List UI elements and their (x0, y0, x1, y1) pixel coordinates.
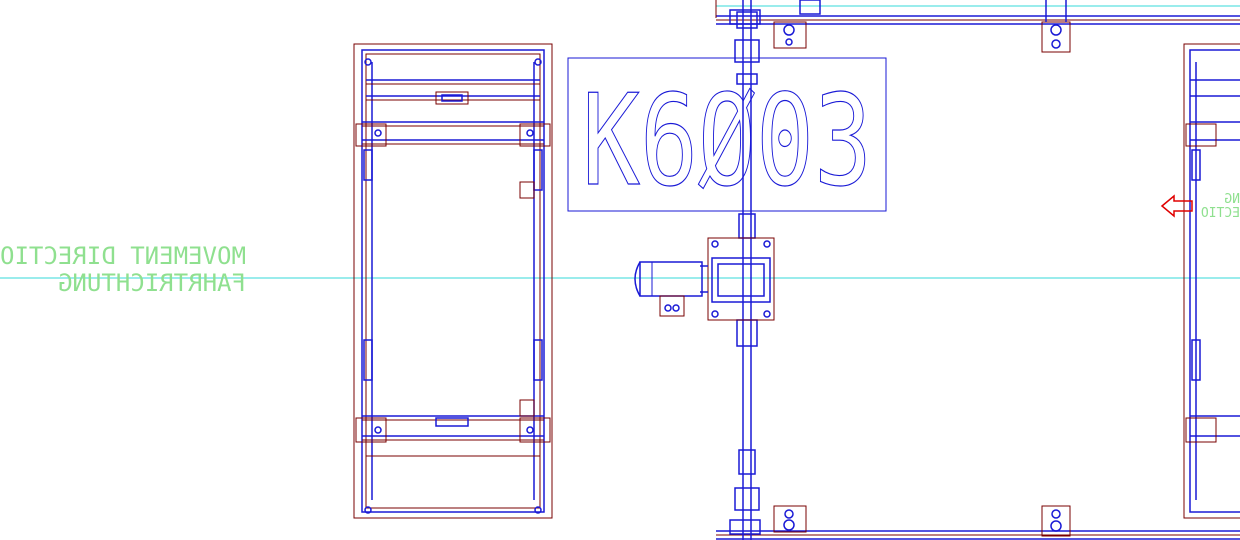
top-conveyor-rail (715, 0, 1240, 53)
gearbox (707, 237, 775, 321)
direction-label-left: MOVEMENT DIRECTIO FAHRTRICHTUNG (0, 242, 246, 297)
direction-label-right: NG ECTIO (1201, 192, 1240, 221)
direction-arrow-icon (1160, 194, 1193, 218)
direction-label-de: FAHRTRICHTUNG (58, 269, 246, 297)
gear-motor-icon (634, 261, 708, 317)
station-label: K6Ø03 (582, 67, 872, 214)
direction-label-right-1: NG (1224, 192, 1240, 207)
bottom-conveyor-rail (716, 505, 1240, 540)
left-turntable-frame (353, 43, 553, 519)
right-turntable-frame (1183, 43, 1240, 519)
cad-drawing: K6Ø03 MOVEMENT DIRECTIO FAHRTRICHTUNG NG… (0, 0, 1240, 540)
direction-label-right-2: ECTIO (1201, 206, 1240, 221)
direction-label-en: MOVEMENT DIRECTIO (0, 242, 246, 270)
